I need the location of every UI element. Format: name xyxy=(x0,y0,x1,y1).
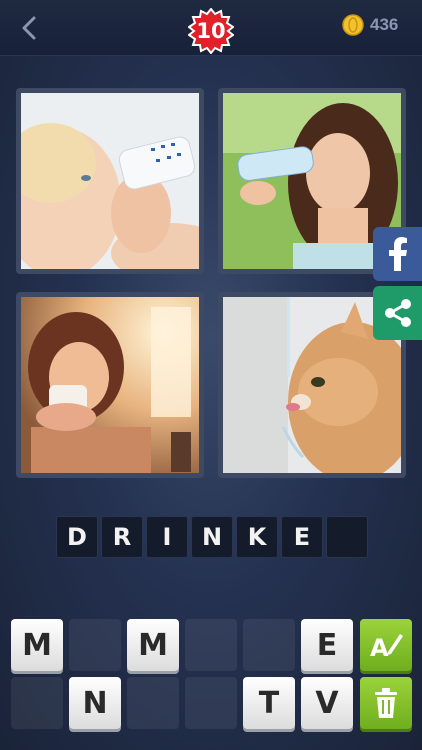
letter-key[interactable]: T xyxy=(243,677,295,729)
answer-slot-empty[interactable] xyxy=(326,516,368,558)
letter-key-used xyxy=(11,677,63,729)
letter-key[interactable]: E xyxy=(301,619,353,671)
share-icon xyxy=(384,299,411,327)
letter-key[interactable]: M xyxy=(127,619,179,671)
back-button[interactable] xyxy=(14,12,44,44)
coin-icon xyxy=(342,14,364,36)
clue-photo-woman-coffee[interactable] xyxy=(16,292,204,478)
letter-key-used xyxy=(243,619,295,671)
answer-slots: D R I N K E xyxy=(56,516,368,558)
top-bar: 10 436 xyxy=(0,0,422,56)
facebook-icon xyxy=(388,237,407,271)
share-button[interactable] xyxy=(373,286,422,340)
letter-key-used xyxy=(185,677,237,729)
answer-slot[interactable]: K xyxy=(236,516,278,558)
hint-pencil-icon: A xyxy=(370,634,403,662)
letter-key[interactable]: V xyxy=(301,677,353,729)
coin-count: 436 xyxy=(370,15,399,34)
letter-key[interactable]: N xyxy=(69,677,121,729)
svg-text:A: A xyxy=(370,634,389,662)
hint-button[interactable]: A xyxy=(360,619,412,671)
answer-slot[interactable]: D xyxy=(56,516,98,558)
letter-key[interactable]: M xyxy=(11,619,63,671)
trash-icon xyxy=(375,688,397,718)
back-chevron-icon xyxy=(22,16,36,40)
answer-slot[interactable]: I xyxy=(146,516,188,558)
letter-key-used xyxy=(185,619,237,671)
letter-key-used xyxy=(127,677,179,729)
clue-photo-baby-bottle[interactable] xyxy=(16,88,204,274)
level-number: 10 xyxy=(196,19,226,43)
letter-key-used xyxy=(69,619,121,671)
facebook-share-button[interactable] xyxy=(373,227,422,281)
remove-letters-button[interactable] xyxy=(360,677,412,729)
level-badge: 10 xyxy=(187,7,235,55)
answer-slot[interactable]: E xyxy=(281,516,323,558)
answer-slot[interactable]: N xyxy=(191,516,233,558)
answer-slot[interactable]: R xyxy=(101,516,143,558)
